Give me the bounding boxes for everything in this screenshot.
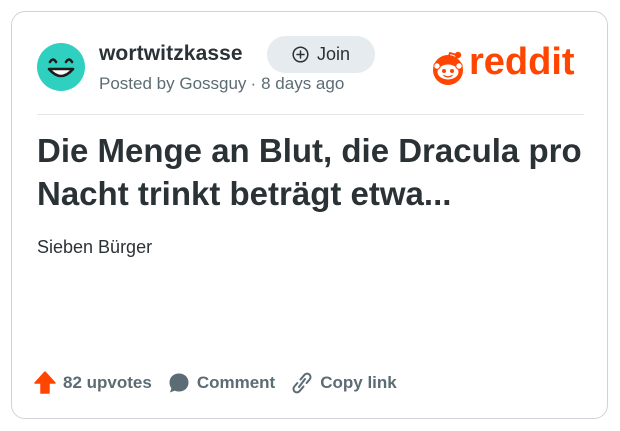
posted-by-prefix: Posted by	[99, 74, 175, 93]
join-label: Join	[316, 44, 351, 64]
post-card[interactable]: wortwitzkasse Join Posted by Gossguy · 8 d…	[11, 11, 608, 419]
post-age: 8 days ago	[261, 74, 345, 93]
community-avatar[interactable]	[37, 43, 85, 91]
comment-button[interactable]: Comment	[168, 372, 275, 394]
copy-link-button[interactable]: Copy link	[291, 371, 397, 395]
link-icon	[292, 372, 312, 394]
post-actions: 82 upvotes Comment Copy link	[34, 369, 413, 397]
upvote-arrow-icon	[34, 371, 56, 394]
reddit-wordmark: reddit	[469, 41, 575, 83]
smiley-face-icon	[47, 58, 75, 78]
join-button[interactable]: Join	[267, 36, 375, 73]
post-body: Sieben Bürger	[37, 237, 153, 257]
reddit-logo[interactable]: reddit	[430, 43, 588, 86]
copy-link-label: Copy link	[320, 373, 397, 392]
community-name[interactable]: wortwitzkasse	[99, 42, 243, 66]
post-meta: Posted by Gossguy · 8 days ago	[99, 74, 344, 94]
upvote-button[interactable]: 82 upvotes	[34, 371, 152, 395]
plus-circle-icon	[292, 46, 309, 63]
meta-separator: ·	[250, 74, 257, 93]
upvotes-count: 82 upvotes	[63, 373, 152, 392]
reddit-snoo-icon	[433, 51, 463, 85]
comment-label: Comment	[196, 373, 276, 392]
header-divider	[37, 114, 584, 115]
post-author[interactable]: Gossguy	[179, 74, 246, 93]
post-title[interactable]: Die Menge an Blut, die Dracula pro Nacht…	[37, 129, 582, 215]
speech-bubble-icon	[169, 373, 189, 393]
